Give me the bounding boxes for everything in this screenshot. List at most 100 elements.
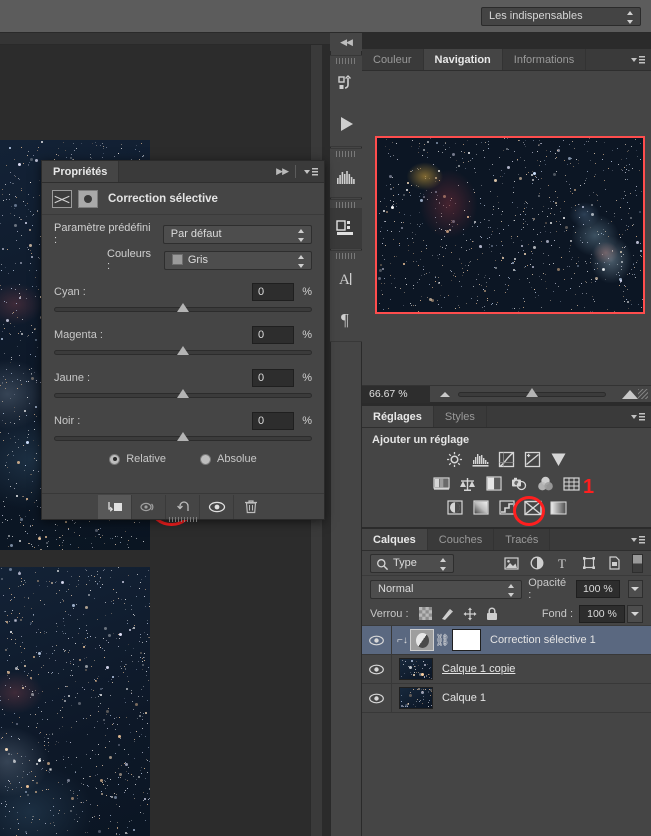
lock-transparent-pixels-icon[interactable] [415, 605, 437, 623]
layer-name[interactable]: Calque 1 [442, 692, 486, 704]
view-previous-state-button[interactable] [132, 494, 166, 519]
tab-reglages[interactable]: Réglages [362, 406, 434, 427]
toggle-visibility-button[interactable] [200, 494, 234, 519]
exposure-icon[interactable] [523, 450, 543, 469]
panel-grip[interactable] [336, 58, 356, 64]
panel-grip[interactable] [336, 151, 356, 157]
slider-thumb[interactable] [177, 389, 189, 398]
preset-select[interactable]: Par défaut [162, 224, 312, 244]
zoom-level-field[interactable]: 66.67 % [362, 385, 430, 403]
layer-visibility-icon[interactable] [362, 683, 392, 713]
gradient-map-icon[interactable] [549, 498, 569, 517]
slider-track[interactable] [54, 346, 312, 355]
clip-to-layer-button[interactable] [98, 494, 132, 519]
vibrance-icon[interactable] [549, 450, 569, 469]
play-actions-icon[interactable] [330, 104, 362, 144]
character-panel-icon[interactable]: A [330, 259, 362, 299]
radio-absolue[interactable]: Absolue [199, 453, 257, 465]
fill-field[interactable]: 100 % [579, 604, 625, 623]
color-balance-icon[interactable] [458, 474, 478, 493]
tab-styles[interactable]: Styles [434, 406, 487, 427]
filter-type-icon[interactable]: T [550, 554, 576, 573]
invert-icon[interactable] [445, 498, 465, 517]
adjustment-preview-icon[interactable] [78, 189, 98, 208]
tab-navigation[interactable]: Navigation [423, 49, 503, 70]
posterize-icon[interactable] [471, 498, 491, 517]
link-mask-icon[interactable]: ⛓ [435, 629, 450, 651]
filter-smart-object-icon[interactable] [602, 554, 628, 573]
layer-visibility-icon[interactable] [362, 625, 392, 655]
zoom-out-icon[interactable] [440, 391, 450, 397]
histogram-icon[interactable] [330, 157, 362, 197]
zoom-slider-thumb[interactable] [526, 387, 539, 397]
tab-traces[interactable]: Tracés [494, 529, 551, 550]
slider-value-field[interactable]: 0 [252, 412, 294, 430]
panel-menu-icon[interactable] [631, 534, 645, 546]
tab-couleur[interactable]: Couleur [362, 49, 424, 70]
layer-mask-thumbnail[interactable] [452, 629, 481, 651]
curves-icon[interactable] [497, 450, 517, 469]
panel-menu-icon[interactable] [304, 166, 318, 178]
panel-resize-grip[interactable] [169, 517, 197, 522]
tab-informations[interactable]: Informations [503, 49, 587, 70]
panel-menu-icon[interactable] [631, 54, 645, 66]
filter-pixel-icon[interactable] [498, 554, 524, 573]
layer-visibility-icon[interactable] [362, 654, 392, 684]
adjustment-layer-thumbnail[interactable] [410, 629, 434, 651]
navigator-thumbnail[interactable] [375, 136, 645, 314]
expand-panel-icon[interactable]: ▶▶ [276, 166, 289, 177]
brightness-contrast-icon[interactable] [445, 450, 465, 469]
levels-icon[interactable] [471, 450, 491, 469]
layer-filter-type-select[interactable]: Type [370, 553, 454, 573]
layer-row-correction-selective[interactable]: ⌐↓ ⛓ Correction sélective 1 [362, 625, 651, 655]
tab-proprietes[interactable]: Propriétés [42, 161, 120, 182]
opacity-field[interactable]: 100 % [575, 580, 620, 598]
opacity-dropdown-icon[interactable] [627, 580, 643, 598]
layer-thumbnail[interactable] [399, 687, 433, 709]
zoom-slider[interactable] [458, 387, 606, 397]
blend-mode-select[interactable]: Normal [370, 579, 523, 599]
delete-button[interactable] [234, 495, 268, 519]
slider-track[interactable] [54, 389, 312, 398]
panel-resize-grip[interactable] [638, 389, 648, 399]
lock-all-icon[interactable] [481, 605, 503, 623]
zoom-in-icon[interactable] [622, 389, 638, 399]
slider-value-field[interactable]: 0 [252, 326, 294, 344]
slider-thumb[interactable] [177, 432, 189, 441]
collapse-panels-button[interactable]: ◀◀ [330, 33, 362, 51]
hue-saturation-icon[interactable] [432, 474, 452, 493]
tab-calques[interactable]: Calques [362, 529, 428, 550]
panel-grip[interactable] [336, 202, 356, 208]
layer-name[interactable]: Correction sélective 1 [490, 634, 596, 646]
lock-position-icon[interactable] [459, 605, 481, 623]
filter-adjustment-icon[interactable] [524, 554, 550, 573]
radio-button-icon[interactable] [199, 453, 211, 465]
black-and-white-icon[interactable] [484, 474, 504, 493]
layer-thumbnail[interactable] [399, 658, 433, 680]
slider-track[interactable] [54, 303, 312, 312]
panel-grip[interactable] [336, 253, 356, 259]
colors-select[interactable]: Gris [163, 250, 312, 270]
history-actions-icon[interactable] [330, 64, 362, 104]
radio-button-icon[interactable] [109, 453, 121, 465]
filter-enable-toggle[interactable] [632, 553, 643, 573]
channel-mixer-icon[interactable] [536, 474, 556, 493]
slider-track[interactable] [54, 432, 312, 441]
reset-button[interactable] [166, 494, 200, 519]
slider-value-field[interactable]: 0 [252, 283, 294, 301]
slider-value-field[interactable]: 0 [252, 369, 294, 387]
layer-name[interactable]: Calque 1 copie [442, 663, 515, 675]
properties-panel-icon[interactable] [330, 208, 362, 248]
slider-thumb[interactable] [177, 346, 189, 355]
fill-dropdown-icon[interactable] [627, 604, 643, 623]
radio-relative[interactable]: Relative [109, 453, 166, 465]
photo-filter-icon[interactable] [510, 474, 530, 493]
paragraph-panel-icon[interactable]: ¶ [330, 299, 362, 339]
slider-thumb[interactable] [177, 303, 189, 312]
lock-image-pixels-icon[interactable] [437, 605, 459, 623]
layer-row-calque-1[interactable]: Calque 1 [362, 683, 651, 713]
tab-couches[interactable]: Couches [428, 529, 495, 550]
workspace-selector[interactable]: Les indispensables [481, 7, 641, 26]
filter-shape-icon[interactable] [576, 554, 602, 573]
color-lookup-icon[interactable] [562, 474, 582, 493]
